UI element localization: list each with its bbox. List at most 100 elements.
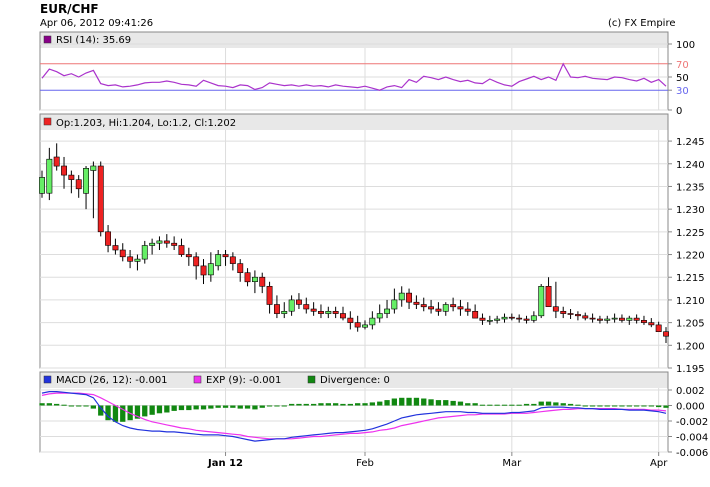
divergence-bar	[648, 405, 654, 407]
divergence-bar	[575, 404, 581, 406]
macd-grid	[40, 388, 668, 453]
price-legend-swatch	[43, 117, 52, 126]
candle-up	[398, 292, 405, 301]
candle-up	[530, 315, 537, 321]
divergence-bar	[501, 404, 508, 406]
candle-down	[178, 245, 185, 255]
macd-axis: 0.002 0.000 -0.002 -0.004 -0.006	[668, 386, 708, 459]
divergence-bar	[281, 405, 287, 407]
macd-tick-label: -0.002	[676, 417, 708, 428]
divergence-bar	[604, 405, 610, 407]
x-tick-label: Feb	[356, 458, 374, 469]
divergence-bar	[523, 403, 530, 406]
price-tick-label: 1.215	[676, 273, 705, 284]
candle-down	[523, 318, 530, 321]
candle-down	[127, 256, 134, 262]
divergence-bar	[553, 402, 559, 406]
candle-up	[362, 324, 368, 328]
candle-down	[244, 272, 251, 283]
candle-down	[354, 322, 361, 328]
divergence-bar	[164, 405, 170, 413]
macd-tick-label: 0.002	[676, 386, 705, 397]
candle-up	[252, 276, 258, 283]
divergence-bar	[215, 405, 221, 408]
candle-down	[589, 317, 596, 320]
divergence-bar	[156, 405, 163, 414]
divergence-bar	[208, 405, 214, 409]
candle-down	[472, 310, 479, 319]
divergence-bar	[222, 405, 229, 408]
price-tick-label: 1.240	[676, 160, 705, 171]
candle-down	[97, 165, 104, 233]
candle-down	[464, 308, 471, 312]
chart-canvas: RSI (14): 35.69 1007050300 Op:1.203, Hi:…	[39, 31, 708, 469]
divergence-bar	[538, 401, 544, 406]
divergence-bar	[516, 404, 522, 406]
candle-up	[626, 317, 633, 321]
candle-down	[75, 179, 82, 190]
divergence-bar	[347, 403, 353, 406]
candle-down	[648, 322, 655, 326]
divergence-bar	[619, 405, 625, 407]
candle-up	[39, 177, 46, 194]
divergence-bar	[200, 405, 207, 410]
price-tick-label: 1.200	[676, 341, 705, 352]
divergence-bar	[472, 403, 478, 406]
divergence-bar	[567, 403, 574, 406]
macd-legend-label: MACD (26, 12): -0.001	[56, 375, 168, 386]
candle-down	[193, 256, 200, 267]
candle-down	[633, 317, 640, 321]
macd-legend-swatch	[307, 375, 316, 384]
candle-down	[237, 263, 244, 274]
divergence-bar	[391, 398, 397, 406]
candle-down	[295, 299, 302, 305]
divergence-bar	[384, 400, 390, 406]
candle-down	[435, 308, 442, 312]
price-tick-label: 1.220	[676, 251, 705, 262]
divergence-bar	[435, 400, 442, 406]
candle-down	[112, 245, 119, 251]
divergence-bar	[142, 405, 148, 417]
candle-down	[317, 310, 324, 314]
price-tick-label: 1.205	[676, 319, 705, 330]
candle-down	[545, 285, 552, 307]
candle-down	[61, 165, 68, 176]
price-legend-label: Op:1.203, Hi:1.204, Lo:1.2, Cl:1.202	[56, 118, 236, 129]
candle-down	[574, 314, 581, 317]
candle-down	[119, 249, 126, 258]
candle-down	[596, 318, 603, 321]
candle-down	[450, 304, 457, 308]
candle-down	[163, 240, 170, 244]
price-panel: Op:1.203, Hi:1.204, Lo:1.2, Cl:1.202 1.2…	[39, 113, 705, 375]
candle-down	[479, 317, 486, 321]
candle-down	[171, 242, 178, 246]
price-tick-label: 1.230	[676, 205, 705, 216]
divergence-bar	[296, 403, 302, 406]
candle-up	[207, 263, 214, 276]
candle-up	[611, 317, 618, 320]
candle-down	[406, 292, 412, 303]
divergence-bar	[274, 405, 280, 407]
divergence-bar	[663, 405, 669, 408]
divergence-bar	[545, 401, 552, 406]
rsi-axis: 100 70 50 30 0	[668, 40, 695, 117]
macd-legend-label: Divergence: 0	[320, 375, 390, 386]
divergence-bar	[465, 403, 471, 406]
divergence-bar	[479, 404, 486, 406]
candle-down	[655, 324, 662, 332]
divergence-bar	[450, 400, 456, 406]
price-tick-label: 1.225	[676, 228, 705, 239]
divergence-bar	[362, 403, 368, 406]
candle-up	[442, 304, 449, 312]
divergence-bar	[641, 405, 647, 407]
candle-down	[516, 317, 523, 320]
price-tick-label: 1.195	[676, 364, 705, 375]
rsi-tick-label: 50	[676, 73, 689, 84]
macd-legend-label: EXP (9): -0.001	[206, 375, 281, 386]
divergence-bar	[54, 403, 60, 406]
divergence-bar	[311, 403, 317, 406]
divergence-bar	[597, 405, 603, 407]
divergence-bar	[531, 403, 537, 406]
candle-down	[273, 304, 280, 314]
candle-down	[222, 254, 229, 258]
